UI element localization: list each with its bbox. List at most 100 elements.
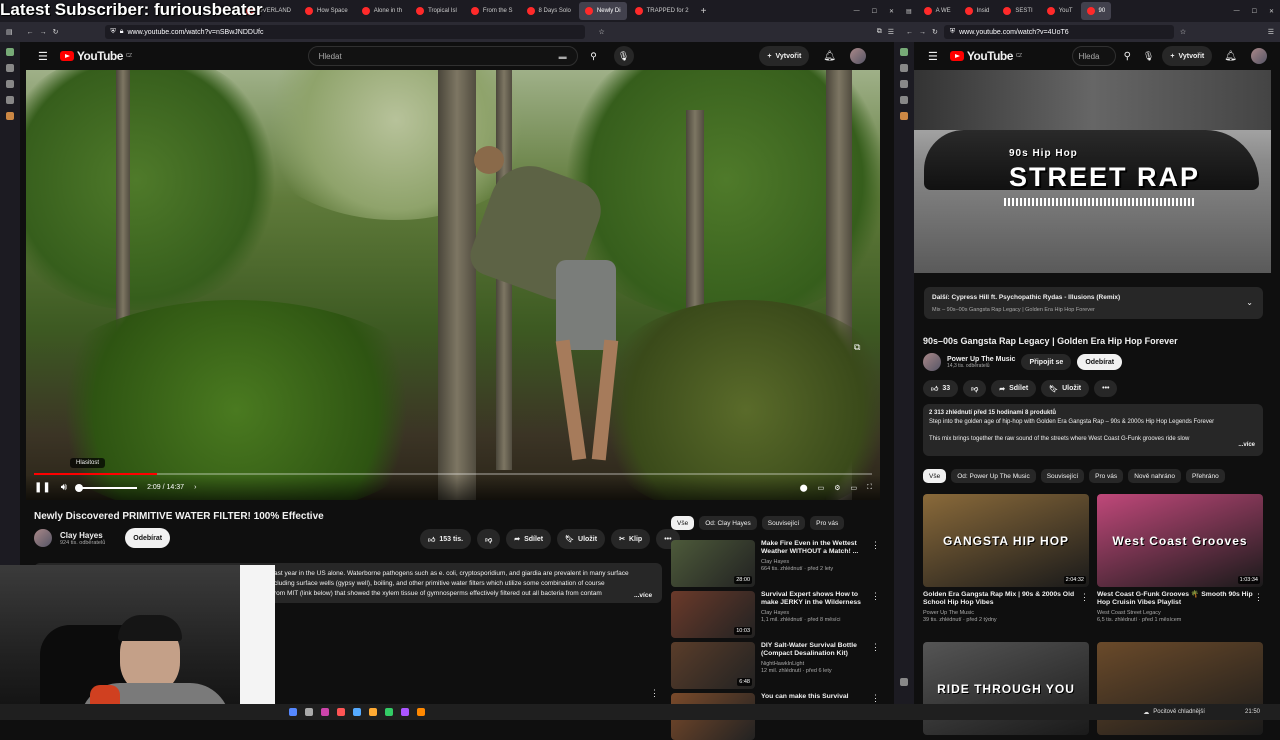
video-thumbnail[interactable]: RIDE THROUGH YOU [923, 642, 1089, 735]
right-subscribe-button[interactable]: Odebírat [1077, 354, 1123, 370]
filter-chip[interactable]: Pro vás [810, 516, 845, 530]
right-description-more[interactable]: ...více [1238, 441, 1255, 450]
start-icon[interactable] [289, 708, 297, 716]
video-thumbnail[interactable]: 6:48 [671, 642, 755, 689]
clock[interactable]: 21:50 [1245, 709, 1260, 715]
video-thumbnail[interactable]: 28:00 [671, 540, 755, 587]
right-account-avatar[interactable] [1250, 48, 1267, 64]
video-title[interactable]: West Coast G-Funk Grooves 🌴 Smooth 90s H… [1097, 591, 1263, 608]
right-more-actions-button[interactable]: ••• [1094, 380, 1118, 397]
account-avatar[interactable] [850, 48, 866, 64]
video-title[interactable]: DIY Salt-Water Survival Bottle (Compact … [761, 642, 865, 659]
right-create-button[interactable]: + Vytvořit [1162, 46, 1213, 66]
save-button[interactable]: 🔖︎ Uložit [557, 529, 606, 549]
like-button[interactable]: 👍︎ 153 tis. [420, 529, 472, 549]
filter-chip[interactable]: Vše [923, 469, 947, 483]
create-button[interactable]: + Vytvořit [759, 46, 810, 66]
settings-icon[interactable] [900, 678, 908, 686]
right-hamburger-icon[interactable]: ☰ [928, 50, 938, 63]
filter-chip[interactable]: Související [1040, 469, 1085, 483]
right-forward-icon[interactable]: → [919, 29, 926, 36]
browser-tab[interactable]: Alone in th [356, 2, 408, 20]
weather-icon[interactable]: ☁ [1143, 709, 1149, 716]
up-next-box[interactable]: Další: Cypress Hill ft. Psychopathic Ryd… [924, 287, 1263, 319]
filter-chip[interactable]: Související [761, 516, 806, 530]
browser-tab[interactable]: Insid [959, 2, 996, 20]
browser-tab[interactable]: From the S [465, 2, 519, 20]
app-icon-7[interactable] [417, 708, 425, 716]
close-window-button[interactable]: ✕ [883, 2, 900, 20]
kebab-menu-icon[interactable]: ⋮ [1080, 592, 1089, 603]
right-back-icon[interactable]: ← [906, 29, 913, 36]
favorites-icon[interactable] [6, 96, 14, 104]
app-icon-5[interactable] [385, 708, 393, 716]
settings-gear-icon[interactable]: ⚙ [834, 484, 840, 492]
video-title[interactable]: Make Fire Even in the Wettest Weather WI… [761, 540, 865, 557]
chapter-chevron-icon[interactable]: › [194, 484, 196, 491]
right-close-window-button[interactable]: ✕ [1263, 2, 1280, 20]
right-search-input[interactable]: Hleda [1071, 46, 1116, 66]
hamburger-icon[interactable]: ☰ [38, 50, 48, 63]
app-icon-6[interactable] [401, 708, 409, 716]
kebab-menu-icon[interactable]: ⋮ [871, 540, 880, 587]
comment-more-icon[interactable]: ⋮ [650, 688, 659, 699]
right-ai-icon[interactable] [900, 48, 908, 56]
right-sidebar-toggle[interactable]: ▤ [900, 2, 918, 20]
channel-avatar[interactable] [34, 529, 52, 547]
right-mic-icon[interactable]: 🎙︎ [1143, 51, 1154, 62]
theater-icon[interactable]: ▭ [850, 484, 857, 492]
filter-chip[interactable]: Nově nahráno [1128, 469, 1182, 483]
channel-name[interactable]: Power Up The Music [923, 610, 1089, 617]
search-task-icon[interactable] [305, 708, 313, 716]
sidebar-toggle-icon[interactable]: ▤ [6, 28, 13, 36]
youtube-logo[interactable]: YouTube CZ [59, 49, 132, 63]
mic-icon[interactable]: 🎙︎ [613, 46, 634, 66]
right-description-box[interactable]: 2 313 zhlédnutí před 15 hodinami 8 produ… [923, 404, 1263, 456]
filter-chip[interactable]: Pro vás [1089, 469, 1124, 483]
right-bookmarks-icon[interactable] [900, 64, 908, 72]
weather-text[interactable]: Pocitově chladnější [1153, 709, 1205, 715]
video-thumbnail[interactable]: 10:03 [671, 591, 755, 638]
video-player[interactable]: ⧉ [26, 70, 880, 500]
filter-chip[interactable]: Od: Power Up The Music [951, 469, 1036, 483]
minimize-button[interactable]: — [848, 2, 866, 20]
browser-tab[interactable]: Newly Di [578, 2, 627, 20]
recommended-video[interactable]: 10:03 Survival Expert shows How to make J… [671, 591, 881, 638]
right-minimize-button[interactable]: — [1228, 2, 1246, 20]
kebab-menu-icon[interactable]: ⋮ [871, 642, 880, 689]
reload-icon[interactable]: ↻ [53, 28, 59, 36]
menu-icon[interactable]: ☰ [888, 28, 894, 36]
right-channel-avatar[interactable] [923, 353, 941, 371]
description-more[interactable]: ...více [634, 592, 652, 599]
right-menu-icon[interactable]: ☰ [1268, 28, 1274, 36]
channel-name[interactable]: NightHawkInLight [761, 661, 865, 668]
search-icon[interactable]: ⚲ [584, 46, 604, 66]
right-reload-icon[interactable]: ↻ [932, 28, 938, 36]
right-video-player[interactable]: 90s Hip Hop STREET RAP [914, 70, 1271, 273]
clip-button[interactable]: ✂ Klip [611, 529, 651, 549]
new-tab-button[interactable]: + [695, 2, 713, 20]
kebab-menu-icon[interactable]: ⋮ [871, 591, 880, 638]
left-url-field[interactable]: ⛨ 🔒︎ www.youtube.com/watch?v=nSBwJNDDUfc [104, 25, 585, 39]
browser-tab[interactable]: 8 Days Solo [521, 2, 577, 20]
right-extension-icon[interactable] [900, 112, 908, 120]
ai-icon[interactable] [6, 48, 14, 56]
chevron-down-icon[interactable]: ⌄ [1246, 297, 1253, 309]
right-channel-name[interactable]: Power Up The Music [947, 356, 1015, 363]
history-icon[interactable] [6, 80, 14, 88]
channel-name[interactable]: Clay Hayes [761, 610, 865, 617]
video-thumbnail[interactable]: GANGSTA HIP HOP 2:04:32 [923, 494, 1089, 587]
kebab-menu-icon[interactable]: ⋮ [1254, 592, 1263, 603]
right-search-icon[interactable]: ⚲ [1124, 51, 1131, 62]
maximize-button[interactable]: ☐ [866, 2, 883, 20]
filter-chip[interactable]: Od: Clay Hayes [699, 516, 757, 530]
grid-video-card[interactable]: GANGSTA HIP HOP 2:04:32 Golden Era Gangsta… [923, 494, 1089, 625]
bell-icon[interactable]: 🔔︎ [823, 51, 836, 62]
keyboard-icon[interactable]: ▬ [559, 52, 567, 61]
channel-name[interactable]: West Coast Street Legacy [1097, 610, 1263, 617]
browser-tab[interactable]: YouT [1041, 2, 1079, 20]
volume-icon[interactable]: 🔊︎ [61, 482, 67, 493]
recommended-video[interactable]: 28:00 Make Fire Even in the Wettest Weath… [671, 540, 881, 587]
miniplayer-icon[interactable]: ⧉ [854, 342, 860, 353]
browser-tab[interactable]: 90 [1080, 2, 1112, 20]
